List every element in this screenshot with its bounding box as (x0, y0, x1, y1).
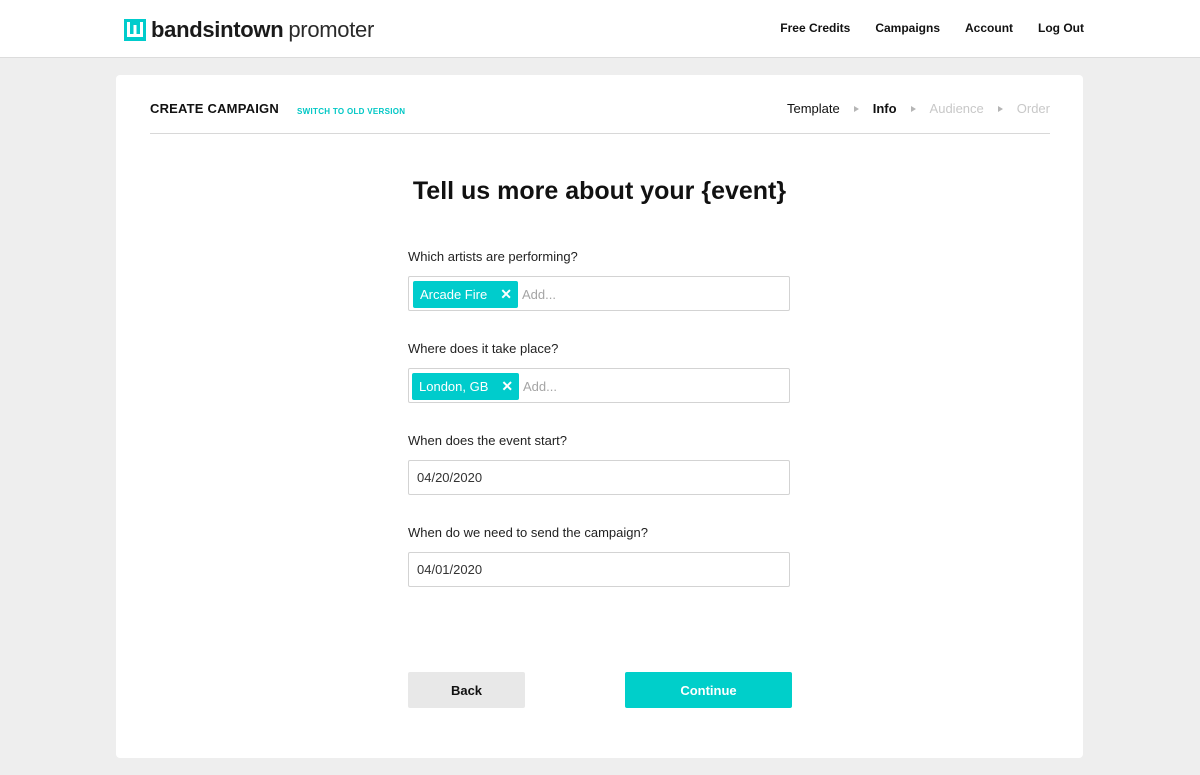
step-template[interactable]: Template (787, 101, 840, 116)
nav-log-out[interactable]: Log Out (1038, 21, 1084, 35)
remove-artist-icon[interactable]: ✕ (500, 286, 512, 303)
send-date-label: When do we need to send the campaign? (408, 525, 648, 540)
bandsintown-logo-icon (124, 19, 146, 41)
location-field[interactable]: London, GB ✕ (408, 368, 790, 403)
card-header: CREATE CAMPAIGN SWITCH TO OLD VERSION Te… (150, 75, 1050, 134)
brand-wordmark: bandsintown promoter (151, 17, 374, 43)
step-order: Order (1016, 101, 1050, 116)
artists-field[interactable]: Arcade Fire ✕ (408, 276, 790, 311)
event-start-label: When does the event start? (408, 433, 567, 448)
event-start-field[interactable] (408, 460, 790, 495)
progress-steps: Template Info Audience Order (787, 101, 1050, 116)
brand-name: bandsintown (151, 17, 284, 42)
artists-label: Which artists are performing? (408, 249, 578, 264)
step-audience: Audience (929, 101, 984, 116)
event-start-date-input[interactable] (409, 461, 789, 494)
artist-tag-label: Arcade Fire (420, 287, 488, 302)
back-button[interactable]: Back (408, 672, 525, 708)
step-arrow-icon (853, 105, 859, 112)
artists-add-input[interactable] (522, 285, 722, 303)
nav-campaigns[interactable]: Campaigns (875, 21, 940, 35)
location-tag-label: London, GB (419, 379, 489, 394)
location-tag: London, GB ✕ (412, 373, 520, 400)
switch-to-old-version-link[interactable]: SWITCH TO OLD VERSION (297, 107, 405, 116)
create-campaign-card: CREATE CAMPAIGN SWITCH TO OLD VERSION Te… (116, 75, 1083, 758)
continue-button[interactable]: Continue (625, 672, 792, 708)
location-add-input[interactable] (523, 377, 723, 395)
brand-logo[interactable]: bandsintown promoter (124, 17, 374, 43)
form-heading: Tell us more about your {event} (412, 177, 787, 205)
location-label: Where does it take place? (408, 341, 559, 356)
artist-tag: Arcade Fire ✕ (413, 281, 518, 308)
top-navigation-bar: bandsintown promoter Free Credits Campaig… (0, 0, 1200, 58)
brand-product: promoter (288, 17, 374, 42)
send-date-input[interactable] (409, 553, 789, 586)
page-title: CREATE CAMPAIGN (150, 101, 279, 116)
step-arrow-icon (910, 105, 916, 112)
remove-location-icon[interactable]: ✕ (501, 378, 513, 395)
step-arrow-icon (997, 105, 1003, 112)
step-info: Info (872, 101, 897, 116)
send-date-field[interactable] (408, 552, 790, 587)
nav-free-credits[interactable]: Free Credits (780, 21, 850, 35)
nav-account[interactable]: Account (965, 21, 1013, 35)
main-nav: Free Credits Campaigns Account Log Out (780, 21, 1084, 35)
